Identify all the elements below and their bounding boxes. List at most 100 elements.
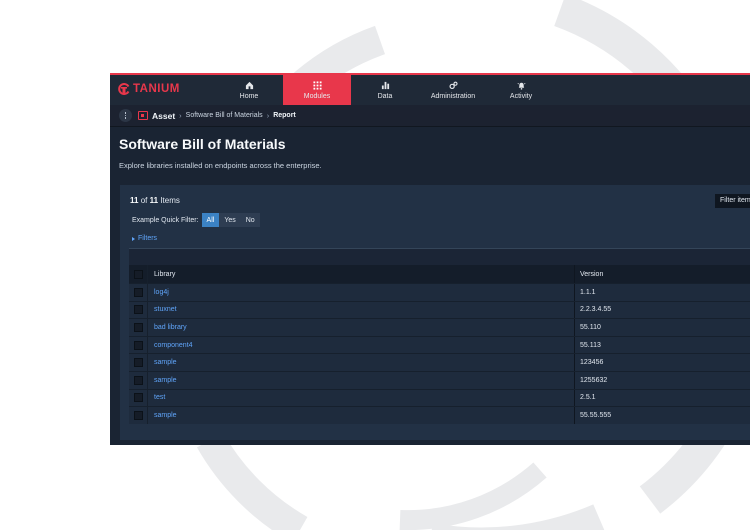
bar-chart-icon (381, 81, 389, 89)
quick-filter-all[interactable]: All (201, 213, 220, 227)
nav-home[interactable]: Home (215, 75, 283, 105)
quick-filter-no[interactable]: No (240, 213, 260, 227)
version-value: 2.2.3.4.55 (580, 306, 612, 314)
item-count-total: 11 (149, 196, 159, 205)
chevron-right-icon: › (179, 111, 182, 120)
page-description: Explore libraries installed on endpoints… (119, 161, 322, 170)
column-divider (574, 319, 575, 336)
table-row[interactable]: log4j 1.1.1 (129, 283, 750, 301)
gears-icon (448, 81, 458, 89)
home-icon (245, 81, 253, 89)
table-header: Library Version (129, 265, 750, 283)
table-row[interactable]: bad library 55.110 (129, 318, 750, 336)
table-row[interactable]: stuxnet 2.2.3.4.55 (129, 300, 750, 319)
column-divider (147, 389, 148, 407)
nav-data[interactable]: Data (351, 75, 419, 105)
column-divider (147, 265, 148, 283)
library-link[interactable]: log4j (154, 289, 169, 296)
select-all-checkbox[interactable] (134, 269, 143, 279)
table-row[interactable]: sample 1255632 (129, 370, 750, 389)
version-value: 55.55.555 (580, 411, 612, 419)
nav-modules[interactable]: Modules (283, 75, 351, 105)
row-checkbox[interactable] (134, 375, 143, 385)
row-checkbox[interactable] (134, 393, 143, 403)
chevron-right-icon: › (266, 111, 270, 120)
nav-modules-label: Modules (303, 92, 331, 100)
row-checkbox[interactable] (134, 287, 143, 297)
library-link[interactable]: stuxnet (154, 306, 177, 313)
column-divider (574, 371, 575, 389)
nav-activity[interactable]: Activity (487, 75, 555, 105)
page-title: Software Bill of Materials (119, 136, 286, 152)
column-divider (147, 407, 148, 424)
row-checkbox[interactable] (134, 305, 143, 315)
library-link[interactable]: sample (154, 412, 177, 419)
column-divider (147, 371, 148, 389)
breadcrumb: Asset › Software Bill of Materials › Rep… (110, 105, 750, 127)
version-value: 2.5.1 (580, 394, 596, 402)
library-table: Library Version log4j 1.1.1 stuxnet 2.2.… (129, 265, 750, 424)
column-divider (147, 319, 148, 336)
column-divider (147, 284, 148, 301)
breadcrumb-report: Report (273, 112, 296, 119)
nav-data-label: Data (377, 92, 393, 100)
filters-toggle[interactable]: Filters (132, 235, 157, 242)
column-header-version[interactable]: Version (580, 271, 603, 278)
table-row[interactable]: sample 55.55.555 (129, 406, 750, 424)
tanium-logo[interactable]: TANIUM (118, 83, 180, 95)
grid-icon (312, 80, 322, 90)
library-link[interactable]: sample (154, 359, 177, 366)
table-row[interactable]: test 2.5.1 (129, 388, 750, 407)
row-checkbox[interactable] (134, 322, 143, 332)
caret-right-icon (132, 236, 135, 241)
filter-items-input[interactable]: Filter items (715, 194, 750, 208)
table-row[interactable]: component4 55.113 (129, 335, 750, 354)
column-divider (574, 389, 575, 407)
column-divider (574, 265, 575, 283)
row-checkbox[interactable] (134, 358, 143, 368)
column-divider (574, 301, 575, 319)
item-count-suffix: Items (160, 196, 180, 205)
library-link[interactable]: test (154, 394, 165, 401)
top-navigation-bar: TANIUM Home Modules Data Administration … (110, 75, 750, 105)
library-link[interactable]: bad library (154, 324, 187, 331)
bell-icon (517, 82, 525, 90)
column-divider (574, 336, 575, 354)
quick-filter-label: Example Quick Filter: (132, 216, 199, 224)
breadcrumb-asset[interactable]: Asset (152, 111, 175, 121)
quick-filter-yes[interactable]: Yes (219, 213, 241, 227)
version-value: 1255632 (580, 376, 608, 384)
column-divider (574, 284, 575, 301)
grid-panel: 11 of 11 Items Filter items Example Quic… (120, 185, 750, 440)
tanium-logo-icon (118, 83, 130, 95)
table-row[interactable]: sample 123456 (129, 353, 750, 371)
nav-home-label: Home (239, 92, 259, 100)
app-window: TANIUM Home Modules Data Administration … (110, 73, 750, 445)
item-count-of: of (140, 196, 148, 205)
column-divider (574, 407, 575, 424)
filters-label: Filters (138, 235, 158, 242)
nav-activity-label: Activity (509, 92, 533, 100)
column-divider (147, 336, 148, 354)
nav-administration-label: Administration (430, 92, 476, 100)
item-count: 11 of 11 Items (130, 196, 180, 205)
breadcrumb-sbom[interactable]: Software Bill of Materials (186, 112, 263, 119)
column-header-library[interactable]: Library (154, 271, 175, 278)
row-checkbox[interactable] (134, 410, 143, 420)
version-value: 55.113 (580, 341, 601, 349)
item-count-shown: 11 (130, 196, 139, 205)
column-divider (147, 301, 148, 319)
library-link[interactable]: sample (154, 377, 177, 384)
library-link[interactable]: component4 (154, 342, 193, 349)
asset-module-icon (138, 111, 148, 120)
nav-administration[interactable]: Administration (419, 75, 487, 105)
quick-filter: Example Quick Filter: All Yes No (132, 213, 260, 227)
column-divider (147, 354, 148, 371)
version-value: 123456 (580, 359, 604, 367)
version-value: 55.110 (580, 323, 601, 331)
column-divider (574, 354, 575, 371)
more-options-icon[interactable] (119, 109, 132, 122)
version-value: 1.1.1 (580, 288, 596, 296)
grid-toolbar: ≡ (129, 249, 750, 265)
row-checkbox[interactable] (134, 340, 143, 350)
